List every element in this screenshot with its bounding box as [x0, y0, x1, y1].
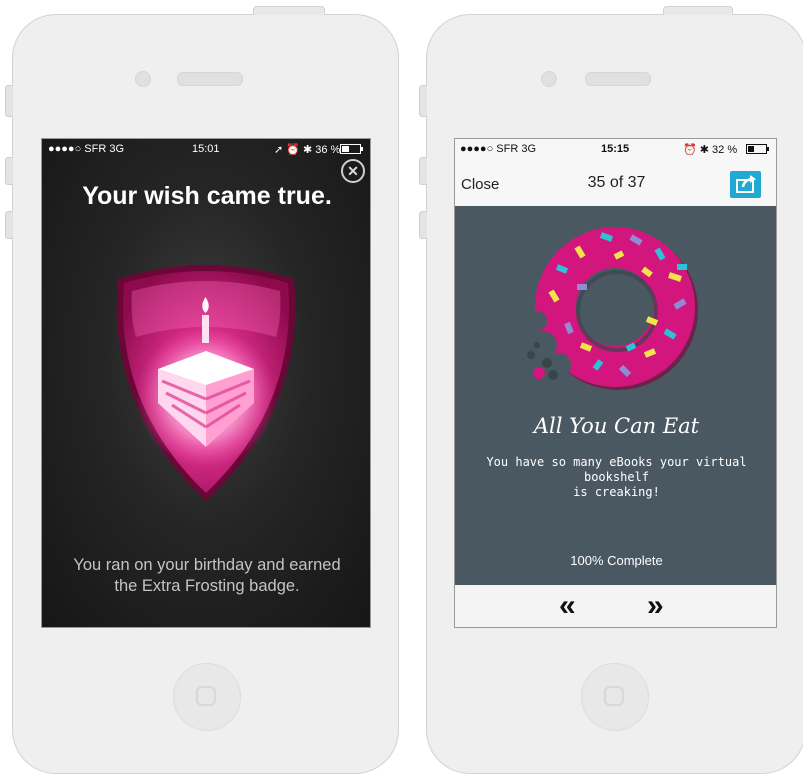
speaker-grille [177, 72, 243, 86]
status-bar: ●●●●○ SFR 3G 15:01 ➚ ⏰ ✱ 36 % [42, 139, 370, 159]
right-screen: ●●●●○ SFR 3G 15:15 ⏰ ✱ 32 % Close 35 of … [454, 138, 777, 628]
volume-down-button [419, 211, 427, 239]
mute-switch [5, 85, 13, 117]
front-camera [135, 71, 151, 87]
home-button[interactable] [173, 663, 241, 731]
badge-description: You have so many eBooks your virtual boo… [459, 455, 774, 500]
battery-icon [746, 144, 769, 154]
badge-message-line2: the Extra Frosting badge. [114, 577, 300, 595]
volume-down-button [5, 211, 13, 239]
mute-switch [419, 85, 427, 117]
carrier-signal: ●●●●○ SFR 3G [460, 143, 537, 155]
close-icon[interactable]: ✕ [341, 159, 365, 183]
battery-indicator: ⏰ ✱ 32 % [683, 144, 738, 156]
clock: 15:01 [192, 143, 220, 155]
battery-icon [340, 144, 363, 154]
page-indicator: 35 of 37 [587, 174, 646, 191]
battery-indicator: ➚ ⏰ ✱ 36 % [274, 144, 341, 156]
carrier-signal: ●●●●○ SFR 3G [48, 143, 125, 155]
clock: 15:15 [601, 143, 630, 155]
previous-button[interactable]: « [559, 587, 576, 625]
volume-up-button [5, 157, 13, 185]
bottom-toolbar: « » [455, 585, 776, 627]
donut-badge-icon [527, 227, 698, 390]
badge-message-line1: You ran on your birthday and earned [73, 556, 341, 574]
next-button[interactable]: » [647, 587, 664, 625]
speaker-grille [585, 72, 651, 86]
share-button[interactable] [730, 171, 761, 198]
power-button [663, 6, 733, 15]
status-bar: ●●●●○ SFR 3G 15:15 ⏰ ✱ 32 % [455, 139, 776, 159]
front-camera [541, 71, 557, 87]
cake-shield-badge-icon [116, 265, 296, 501]
home-square-icon [604, 686, 624, 706]
left-screen: ●●●●○ SFR 3G 15:01 ➚ ⏰ ✱ 36 % ✕ Your wis… [41, 138, 371, 628]
home-square-icon [196, 686, 216, 706]
progress-text: 100% Complete [570, 553, 663, 568]
badge-description-line1: You have so many eBooks your virtual boo… [486, 455, 747, 484]
share-icon [736, 175, 756, 193]
badge-description-line2: is creaking! [573, 485, 660, 499]
nav-bar: ●●●●○ SFR 3G 15:15 ⏰ ✱ 32 % Close 35 of … [455, 139, 776, 206]
power-button [253, 6, 325, 15]
badge-message: You ran on your birthday and earned the … [42, 555, 370, 597]
volume-up-button [419, 157, 427, 185]
home-button[interactable] [581, 663, 649, 731]
badge-title: All You Can Eat [533, 414, 700, 438]
page-title: Your wish came true. [82, 182, 332, 210]
